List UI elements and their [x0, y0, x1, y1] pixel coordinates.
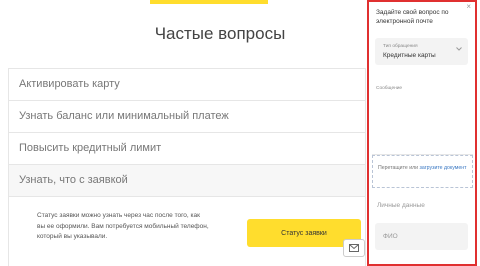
faq-answer-text: Статус заявки можно узнать через час пос… [37, 212, 209, 240]
faq-item-balance[interactable]: Узнать баланс или минимальный платеж [9, 101, 365, 133]
topic-select-value: Кредитные карты [383, 52, 436, 59]
chevron-down-icon [456, 47, 462, 51]
message-label: Сообщение [376, 86, 403, 91]
faq-item-credit-limit[interactable]: Повысить кредитный лимит [9, 133, 365, 165]
personal-data-label: Личные данные [377, 202, 425, 209]
top-accent-bar [150, 0, 268, 4]
faq-item-activate-card[interactable]: Активировать карту [9, 69, 365, 101]
faq-list: Активировать карту Узнать баланс или мин… [8, 68, 366, 266]
message-field[interactable]: Сообщение [372, 81, 473, 155]
dropzone-text: Перетащите или загрузите документ [378, 164, 468, 172]
topic-select-label: Тип обращения [383, 44, 418, 49]
dropzone-hint: Перетащите или [378, 165, 419, 171]
upload-document-link[interactable]: загрузите документ [420, 165, 467, 171]
close-icon[interactable]: × [466, 3, 471, 11]
file-dropzone[interactable]: Перетащите или загрузите документ [372, 155, 473, 188]
mail-button[interactable] [343, 239, 365, 257]
panel-title: Задайте свой вопрос по электронной почте [376, 9, 449, 25]
mail-icon [349, 244, 359, 252]
faq-answer: Статус заявки можно узнать через час пос… [9, 197, 365, 263]
faq-item-application-status[interactable]: Узнать, что с заявкой [9, 165, 365, 197]
topic-select[interactable]: Тип обращения Кредитные карты [375, 38, 468, 65]
feedback-panel: × Задайте свой вопрос по электронной поч… [367, 0, 477, 266]
full-name-input[interactable] [375, 223, 468, 250]
